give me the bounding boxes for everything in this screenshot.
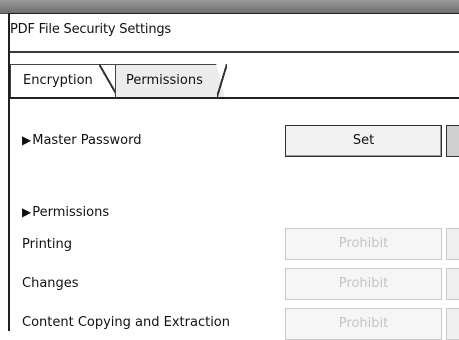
tab-permissions[interactable]: Permissions [115,64,225,97]
dialog-title: PDF File Security Settings [10,22,171,37]
right-triangle-icon: ▶ [22,133,32,147]
content-copying-edge-button[interactable] [446,308,459,340]
content-copying-label: Content Copying and Extraction [22,315,230,330]
tab-encryption-label: Encryption [23,73,93,88]
master-password-edge-button[interactable] [446,125,459,157]
changes-prohibit-button[interactable]: Prohibit [285,268,442,300]
master-password-text: Master Password [32,133,142,148]
set-master-password-button[interactable]: Set [285,125,442,157]
permissions-heading: ▶Permissions [22,205,109,220]
tabs-divider [10,97,459,99]
title-bar-strip [0,0,459,14]
right-triangle-icon: ▶ [22,205,32,219]
content-copying-prohibit-button[interactable]: Prohibit [285,308,442,340]
master-password-label: ▶Master Password [22,133,141,148]
tab-edge [217,64,227,97]
permissions-heading-text: Permissions [32,205,110,220]
changes-edge-button[interactable] [446,268,459,300]
title-divider [10,51,459,53]
changes-label: Changes [22,276,79,291]
tab-permissions-label: Permissions [126,73,203,88]
printing-label: Printing [22,237,73,252]
printing-edge-button[interactable] [446,228,459,260]
printing-prohibit-button[interactable]: Prohibit [285,228,442,260]
